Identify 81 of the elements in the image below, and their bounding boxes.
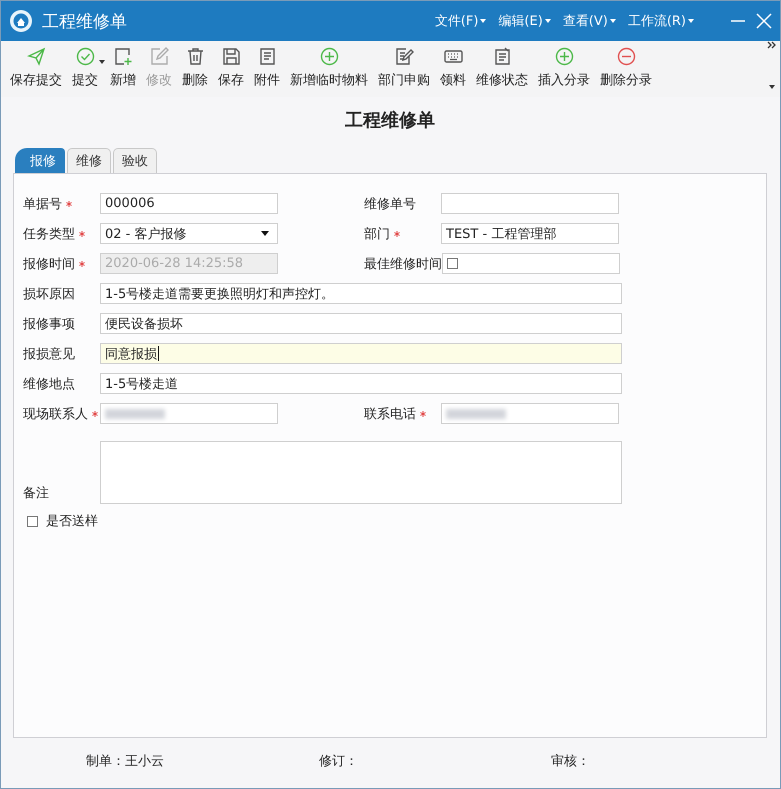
edit-document-icon [394,47,414,66]
app-logo-icon [9,9,33,33]
save-icon [222,47,240,66]
form-title: 工程维修单 [344,109,436,133]
checkbox[interactable] [447,258,458,269]
checkbox-label: 是否送样 [46,513,98,530]
required-asterisk-icon [394,230,400,236]
date-field[interactable] [442,253,620,274]
required-asterisk-icon [92,410,98,416]
caret-icon [480,19,486,23]
toolbar-button[interactable]: 新增 [105,43,141,89]
toolbar-button[interactable]: 维修状态 [471,43,533,89]
field-label: 联系电话 [364,404,441,422]
field-label: 报损意见 [23,346,76,362]
input-field[interactable] [100,403,278,424]
required-asterisk-icon [79,260,85,266]
close-icon[interactable] [756,13,772,29]
input-field[interactable]: 1-5号楼走道 [100,373,622,394]
caret-icon [688,19,694,23]
clipboard-icon [492,47,512,66]
menu-item[interactable]: 工作流(R) [628,12,694,30]
notes-field[interactable] [100,441,622,504]
plus-circle-icon [554,47,574,66]
footer-text: 制单：王小云 [86,753,165,770]
tab[interactable]: 验收 [113,148,157,173]
menu-item[interactable]: 编辑(E) [498,12,551,30]
input-field[interactable]: 同意报损 [100,343,622,364]
scroll-down-caret-icon[interactable] [768,85,774,89]
field-label: 任务类型 [23,224,100,242]
dropdown-caret-icon[interactable] [99,60,105,64]
text-cursor-icon [158,346,159,361]
check-circle-icon [76,47,94,66]
window-title: 工程维修单 [42,10,127,32]
send-icon [26,47,46,66]
field-label: 最佳维修时间 [364,256,442,272]
input-field[interactable] [441,403,619,424]
field-label: 维修单号 [364,196,417,212]
new-document-icon [114,47,132,66]
toolbar-button[interactable]: 新增临时物料 [285,43,373,89]
menu-item[interactable]: 查看(V) [562,12,616,30]
dropdown-caret-icon[interactable] [261,231,269,236]
toolbar-button[interactable]: 删除分录 [595,43,657,89]
dropdown-field[interactable]: 02 - 客户报修 [100,223,278,244]
tab[interactable]: 报修 [15,148,65,173]
tab[interactable]: 维修 [67,148,111,173]
edit-icon [150,47,168,66]
field-label: 维修地点 [23,376,76,392]
overflow-chevron-icon[interactable] [767,41,776,49]
menu-item[interactable]: 文件(F) [434,12,486,30]
input-field[interactable] [441,193,619,214]
input-field[interactable]: TEST - 工程管理部 [441,223,619,244]
field-label: 现场联系人 [23,404,100,422]
trash-icon [186,47,204,66]
minus-circle-icon [616,47,636,66]
toolbar-button[interactable]: 保存 [213,43,249,89]
field-label: 部门 [364,224,441,242]
footer-text: 修订： [319,753,359,770]
toolbar-button[interactable]: 附件 [249,43,285,89]
required-asterisk-icon [66,200,72,206]
input-field[interactable]: 1-5号楼走道需要更换照明灯和声控灯。 [100,283,622,304]
toolbar-button[interactable]: 删除 [177,43,213,89]
checkbox[interactable] [27,516,38,526]
input-field[interactable]: 000006 [100,193,278,214]
field-label: 单据号 [23,194,100,212]
document-icon [258,47,276,66]
plus-circle-icon [320,47,338,66]
input-field[interactable]: 便民设备损坏 [100,313,622,334]
required-asterisk-icon [79,230,85,236]
required-asterisk-icon [420,410,426,416]
footer-text: 审核： [551,753,591,770]
caret-icon [544,19,551,23]
toolbar-button[interactable]: 插入分录 [533,43,595,89]
toolbar-button[interactable]: 保存提交 [5,43,67,89]
toolbar-button[interactable]: 领料 [435,43,471,89]
field-label: 报修时间 [23,254,100,272]
toolbar-button[interactable]: 部门申购 [373,43,435,89]
caret-icon [610,19,616,23]
field-label: 报修事项 [23,316,76,332]
toolbar-button[interactable]: 提交 [67,43,103,89]
field-label: 损坏原因 [23,286,76,302]
field-label: 备注 [23,485,50,502]
